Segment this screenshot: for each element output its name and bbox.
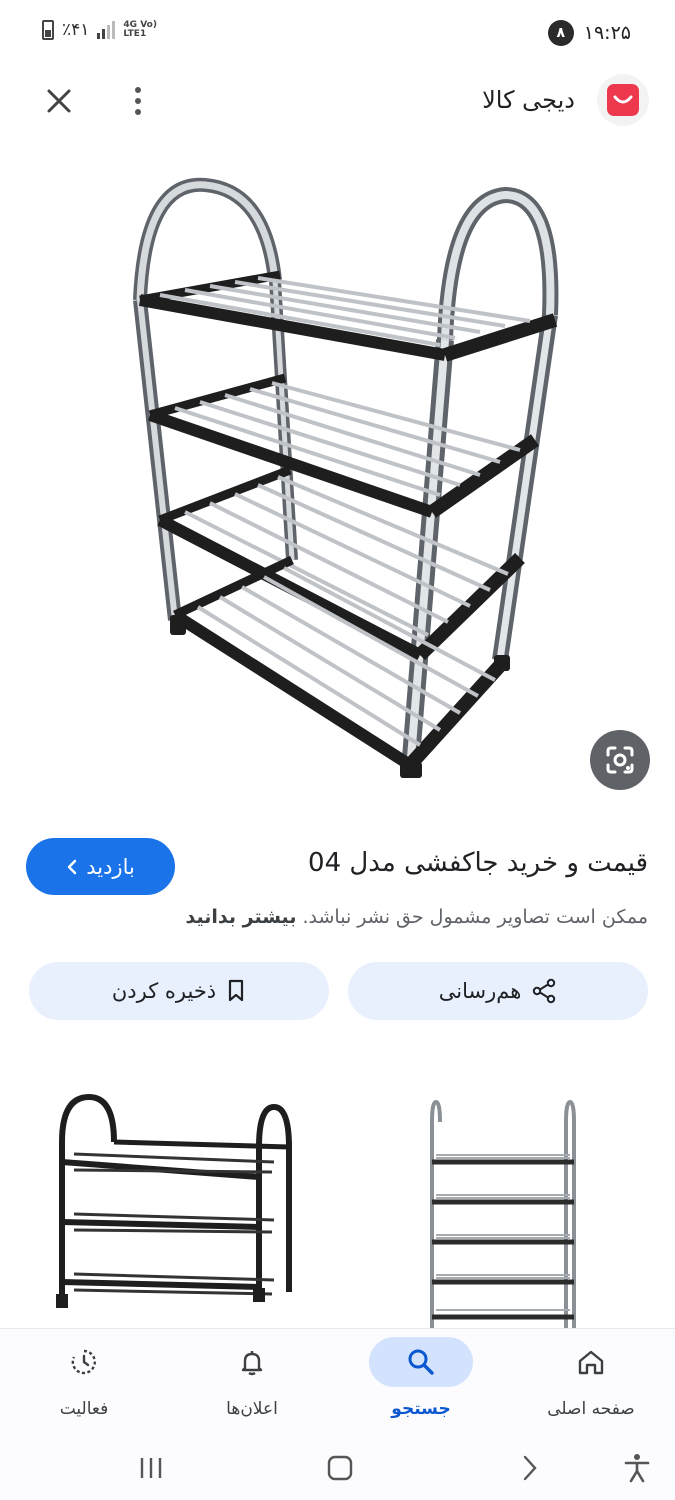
nav-notifications-label: اعلان‌ها: [226, 1399, 278, 1419]
home-button-icon: [327, 1455, 353, 1481]
recent-apps-button[interactable]: [126, 1444, 176, 1492]
digikala-logo-icon: [607, 84, 639, 116]
bottom-navigation: صفحه اصلی جستجو اعلان‌ها فعالیت: [0, 1328, 675, 1436]
bell-icon: [241, 1351, 263, 1376]
more-options-button[interactable]: [122, 82, 154, 120]
notification-badge: ۸: [547, 20, 574, 46]
black-shoe-rack-thumbnail: [14, 1062, 332, 1332]
nav-search-label: جستجو: [391, 1399, 451, 1419]
visit-label: بازدید: [86, 854, 135, 879]
clock: ۱۹:۲۵: [583, 22, 631, 44]
home-icon: [578, 1350, 604, 1375]
shelf-1: [138, 270, 558, 362]
home-system-button[interactable]: [315, 1444, 365, 1492]
more-vert-icon: [135, 87, 141, 93]
nav-home[interactable]: صفحه اصلی: [507, 1329, 675, 1437]
nav-activity[interactable]: فعالیت: [0, 1329, 168, 1437]
shelf-2: [148, 373, 540, 518]
copyright-disclaimer: ممکن است تصاویر مشمول حق نشر نباشد. بیشت…: [186, 906, 648, 928]
share-icon: [533, 978, 556, 1004]
network-indicator: 4G Vo) LTE1: [123, 21, 157, 39]
lens-icon: [606, 746, 634, 774]
visit-button[interactable]: بازدید: [26, 838, 175, 895]
system-navigation-bar: [0, 1436, 675, 1500]
network-bottom: LTE1: [123, 29, 147, 39]
close-button[interactable]: [40, 82, 78, 120]
nav-notifications[interactable]: اعلان‌ها: [168, 1329, 336, 1437]
accessibility-icon: [624, 1454, 650, 1483]
site-name[interactable]: دیجی کالا: [482, 86, 575, 114]
bookmark-icon: [229, 979, 244, 1002]
disclaimer-text: ممکن است تصاویر مشمول حق نشر نباشد.: [302, 906, 649, 928]
accessibility-button[interactable]: [612, 1444, 662, 1492]
learn-more-link[interactable]: بیشتر بدانید: [186, 906, 297, 928]
status-left: ٪۴۱ 4G Vo) LTE1: [42, 20, 157, 40]
silver-shoe-rack-thumbnail: [344, 1062, 662, 1332]
viewer-header: دیجی کالا: [0, 68, 675, 134]
nav-activity-label: فعالیت: [59, 1399, 109, 1419]
search-icon: [408, 1349, 434, 1375]
lens-button[interactable]: [590, 730, 650, 790]
recent-apps-icon: [140, 1458, 162, 1478]
main-result-image[interactable]: [0, 140, 675, 818]
close-icon: [47, 89, 71, 113]
signal-icon: [97, 21, 116, 39]
related-image-card[interactable]: [14, 1062, 332, 1362]
battery-icon: [42, 20, 54, 40]
related-images: [0, 1062, 675, 1362]
shelf-3: [157, 465, 525, 661]
share-button[interactable]: هم‌رسانی: [348, 962, 648, 1020]
related-image-card[interactable]: [344, 1062, 662, 1362]
status-right: ۸ ۱۹:۲۵: [547, 20, 631, 46]
back-system-button[interactable]: [505, 1444, 555, 1492]
site-favicon: [597, 74, 649, 126]
chevron-right-icon: [523, 1455, 537, 1481]
save-label: ذخیره کردن: [111, 979, 217, 1003]
result-title[interactable]: قیمت و خرید جاکفشی مدل 04: [308, 848, 648, 878]
nav-home-label: صفحه اصلی: [547, 1399, 635, 1419]
nav-search[interactable]: جستجو: [337, 1329, 505, 1437]
battery-level: ٪۴۱: [62, 20, 90, 40]
activity-icon: [71, 1349, 96, 1375]
save-button[interactable]: ذخیره کردن: [29, 962, 329, 1020]
result-title-row: بازدید قیمت و خرید جاکفشی مدل 04: [0, 838, 675, 898]
share-label: هم‌رسانی: [438, 979, 522, 1003]
chevron-left-icon: [67, 859, 77, 874]
status-bar: ٪۴۱ 4G Vo) LTE1 ۸ ۱۹:۲۵: [0, 0, 675, 66]
shoe-rack-image: [133, 177, 559, 778]
